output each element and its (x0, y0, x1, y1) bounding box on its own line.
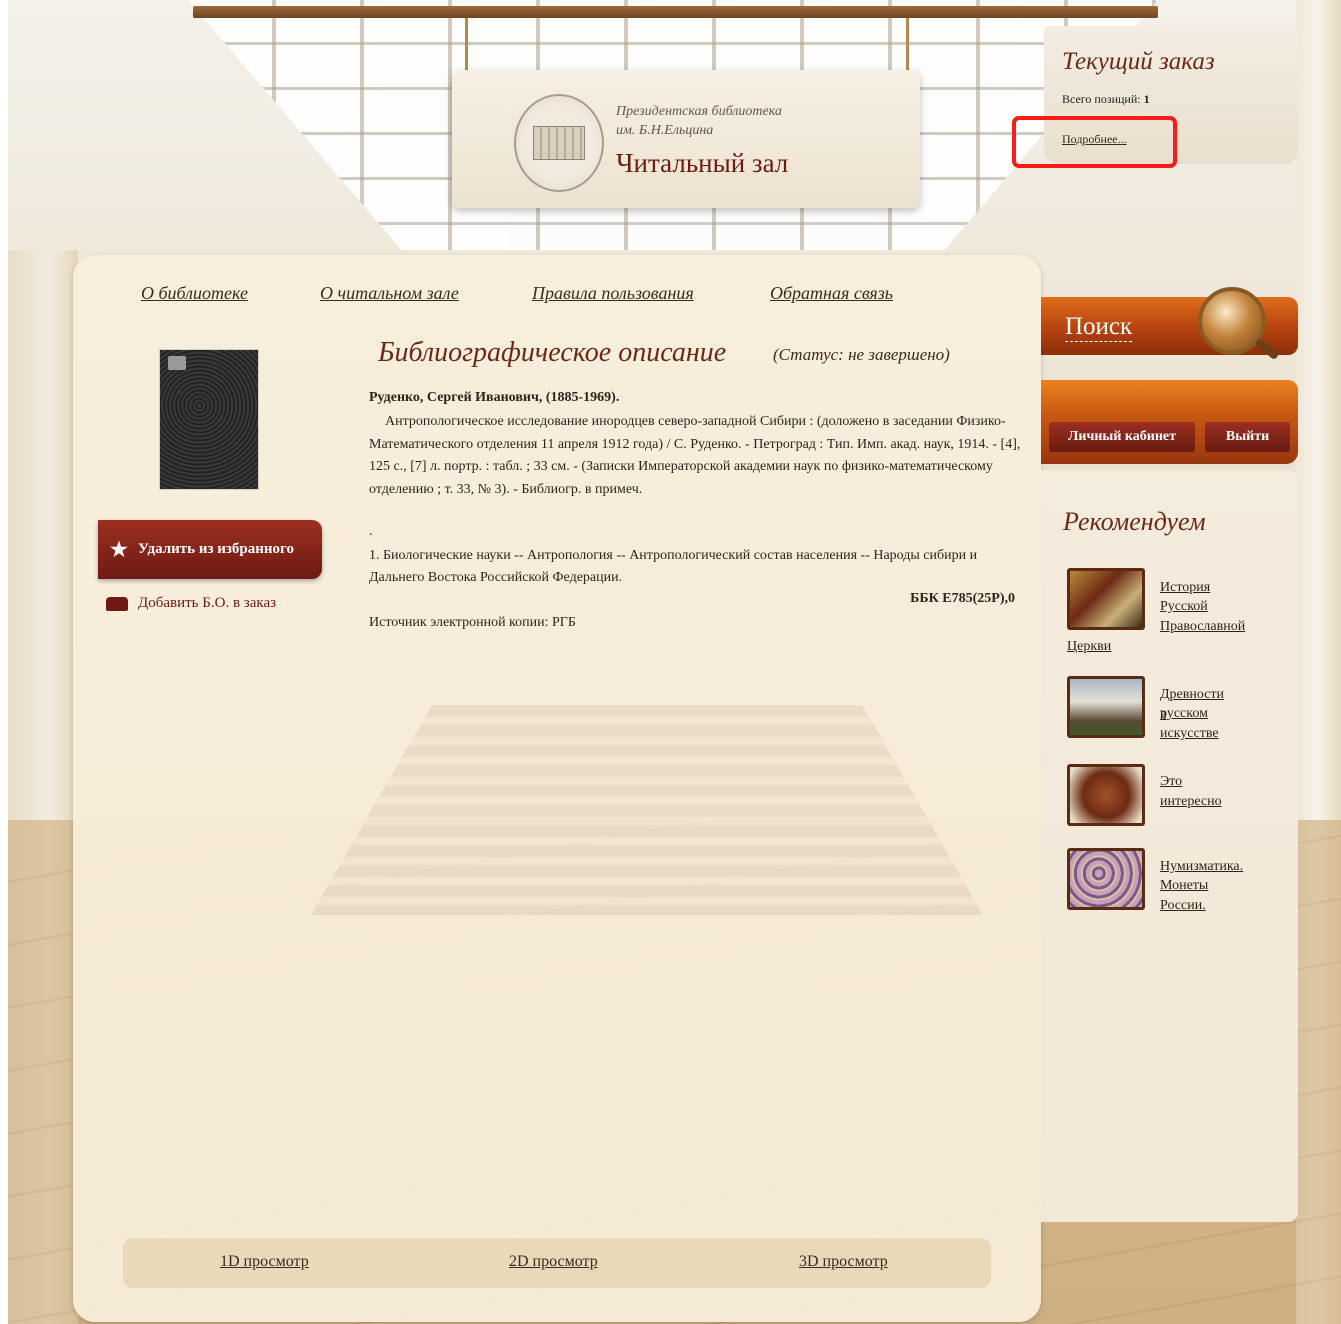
recommend-link-line2[interactable]: русском (1160, 704, 1208, 724)
record-bbk: ББК Е785(25Р),0 (910, 591, 1015, 606)
view-mode-bar: 1D просмотр 2D просмотр 3D просмотр (123, 1238, 991, 1288)
recommend-link-line3[interactable]: Православной (1160, 617, 1245, 637)
order-count-value: 1 (1143, 92, 1150, 106)
current-order-title: Текущий заказ (1062, 48, 1215, 75)
highlight-box (1012, 116, 1177, 168)
record-author: Руденко, Сергей Иванович, (1885-1969). (369, 390, 620, 405)
recommend-link-line3[interactable]: искусстве (1160, 724, 1219, 744)
recommend-link-line1[interactable]: Это интересно (1160, 772, 1222, 811)
recommend-link-line2[interactable]: Русской (1160, 597, 1208, 617)
magnifier-icon (1198, 287, 1266, 355)
book-cover-thumbnail[interactable] (159, 349, 259, 490)
record-description: Антропологическое исследование инородцев… (369, 414, 1021, 497)
page-title: Читальный зал (616, 148, 789, 178)
star-icon: ★ (110, 539, 128, 561)
sign-chain-left (465, 18, 468, 74)
recommend-link-line1[interactable]: История (1160, 578, 1210, 598)
record-source: Источник электронной копии: РГБ (369, 615, 576, 630)
add-to-order-button[interactable]: Добавить Б.О. в заказ (106, 595, 276, 612)
logout-button[interactable]: Выйти (1205, 422, 1290, 452)
order-count: Всего позиций: 1 (1062, 92, 1150, 107)
recommend-title: Рекомендуем (1063, 507, 1206, 536)
nav-feedback[interactable]: Обратная связь (770, 283, 893, 304)
main-panel: О библиотеке О читальном зале Правила по… (73, 255, 1041, 1322)
auth-panel: Личный кабинет Выйти (1041, 380, 1298, 464)
church-history-thumbnail[interactable] (1067, 568, 1145, 630)
add-to-order-label: Добавить Б.О. в заказ (138, 595, 277, 611)
nav-about-reading-room[interactable]: О читальном зале (320, 283, 459, 304)
record-separator: . (369, 524, 373, 539)
recommend-link-line2[interactable]: Монеты России. (1160, 876, 1208, 915)
coins-thumbnail[interactable] (1067, 848, 1145, 910)
reading-room-sign: Президентская библиотека им. Б.Н.Ельцина… (452, 70, 920, 208)
printer-icon (106, 596, 128, 611)
search-label: Поиск (1065, 313, 1133, 342)
recommend-panel: Рекомендуем История Русской Православной… (1041, 470, 1298, 1222)
view-3d-link[interactable]: 3D просмотр (799, 1253, 888, 1271)
record-heading: Библиографическое описание (378, 337, 727, 368)
personal-cabinet-button[interactable]: Личный кабинет (1049, 422, 1195, 452)
order-count-label: Всего позиций: (1062, 92, 1141, 106)
sign-chain-right (906, 18, 909, 74)
search-button[interactable]: Поиск (1041, 287, 1298, 355)
library-name-line1: Президентская библиотека (616, 104, 782, 119)
nav-rules[interactable]: Правила пользования (532, 283, 694, 304)
nav-about-library[interactable]: О библиотеке (141, 283, 248, 304)
recommend-link-line1[interactable]: Нумизматика. (1160, 857, 1243, 877)
recommend-link-line4[interactable]: Церкви (1067, 639, 1111, 655)
view-2d-link[interactable]: 2D просмотр (509, 1253, 598, 1271)
ceiling-beam (193, 6, 1158, 18)
record-subject: 1. Биологические науки -- Антропология -… (369, 548, 978, 585)
library-building-icon (514, 94, 604, 192)
remove-favorite-button[interactable]: ★ Удалить из избранного (98, 520, 322, 579)
remove-favorite-label: Удалить из избранного (137, 541, 294, 557)
view-1d-link[interactable]: 1D просмотр (220, 1253, 309, 1271)
record-status: (Статус: не завершено) (773, 345, 950, 364)
library-name-line2: им. Б.Н.Ельцина (616, 123, 714, 138)
top-nav: О библиотеке О читальном зале Правила по… (73, 283, 1041, 309)
ancient-art-thumbnail[interactable] (1067, 676, 1145, 738)
auditorium-seats-decoration (311, 705, 983, 915)
interesting-thumbnail[interactable] (1067, 764, 1145, 826)
